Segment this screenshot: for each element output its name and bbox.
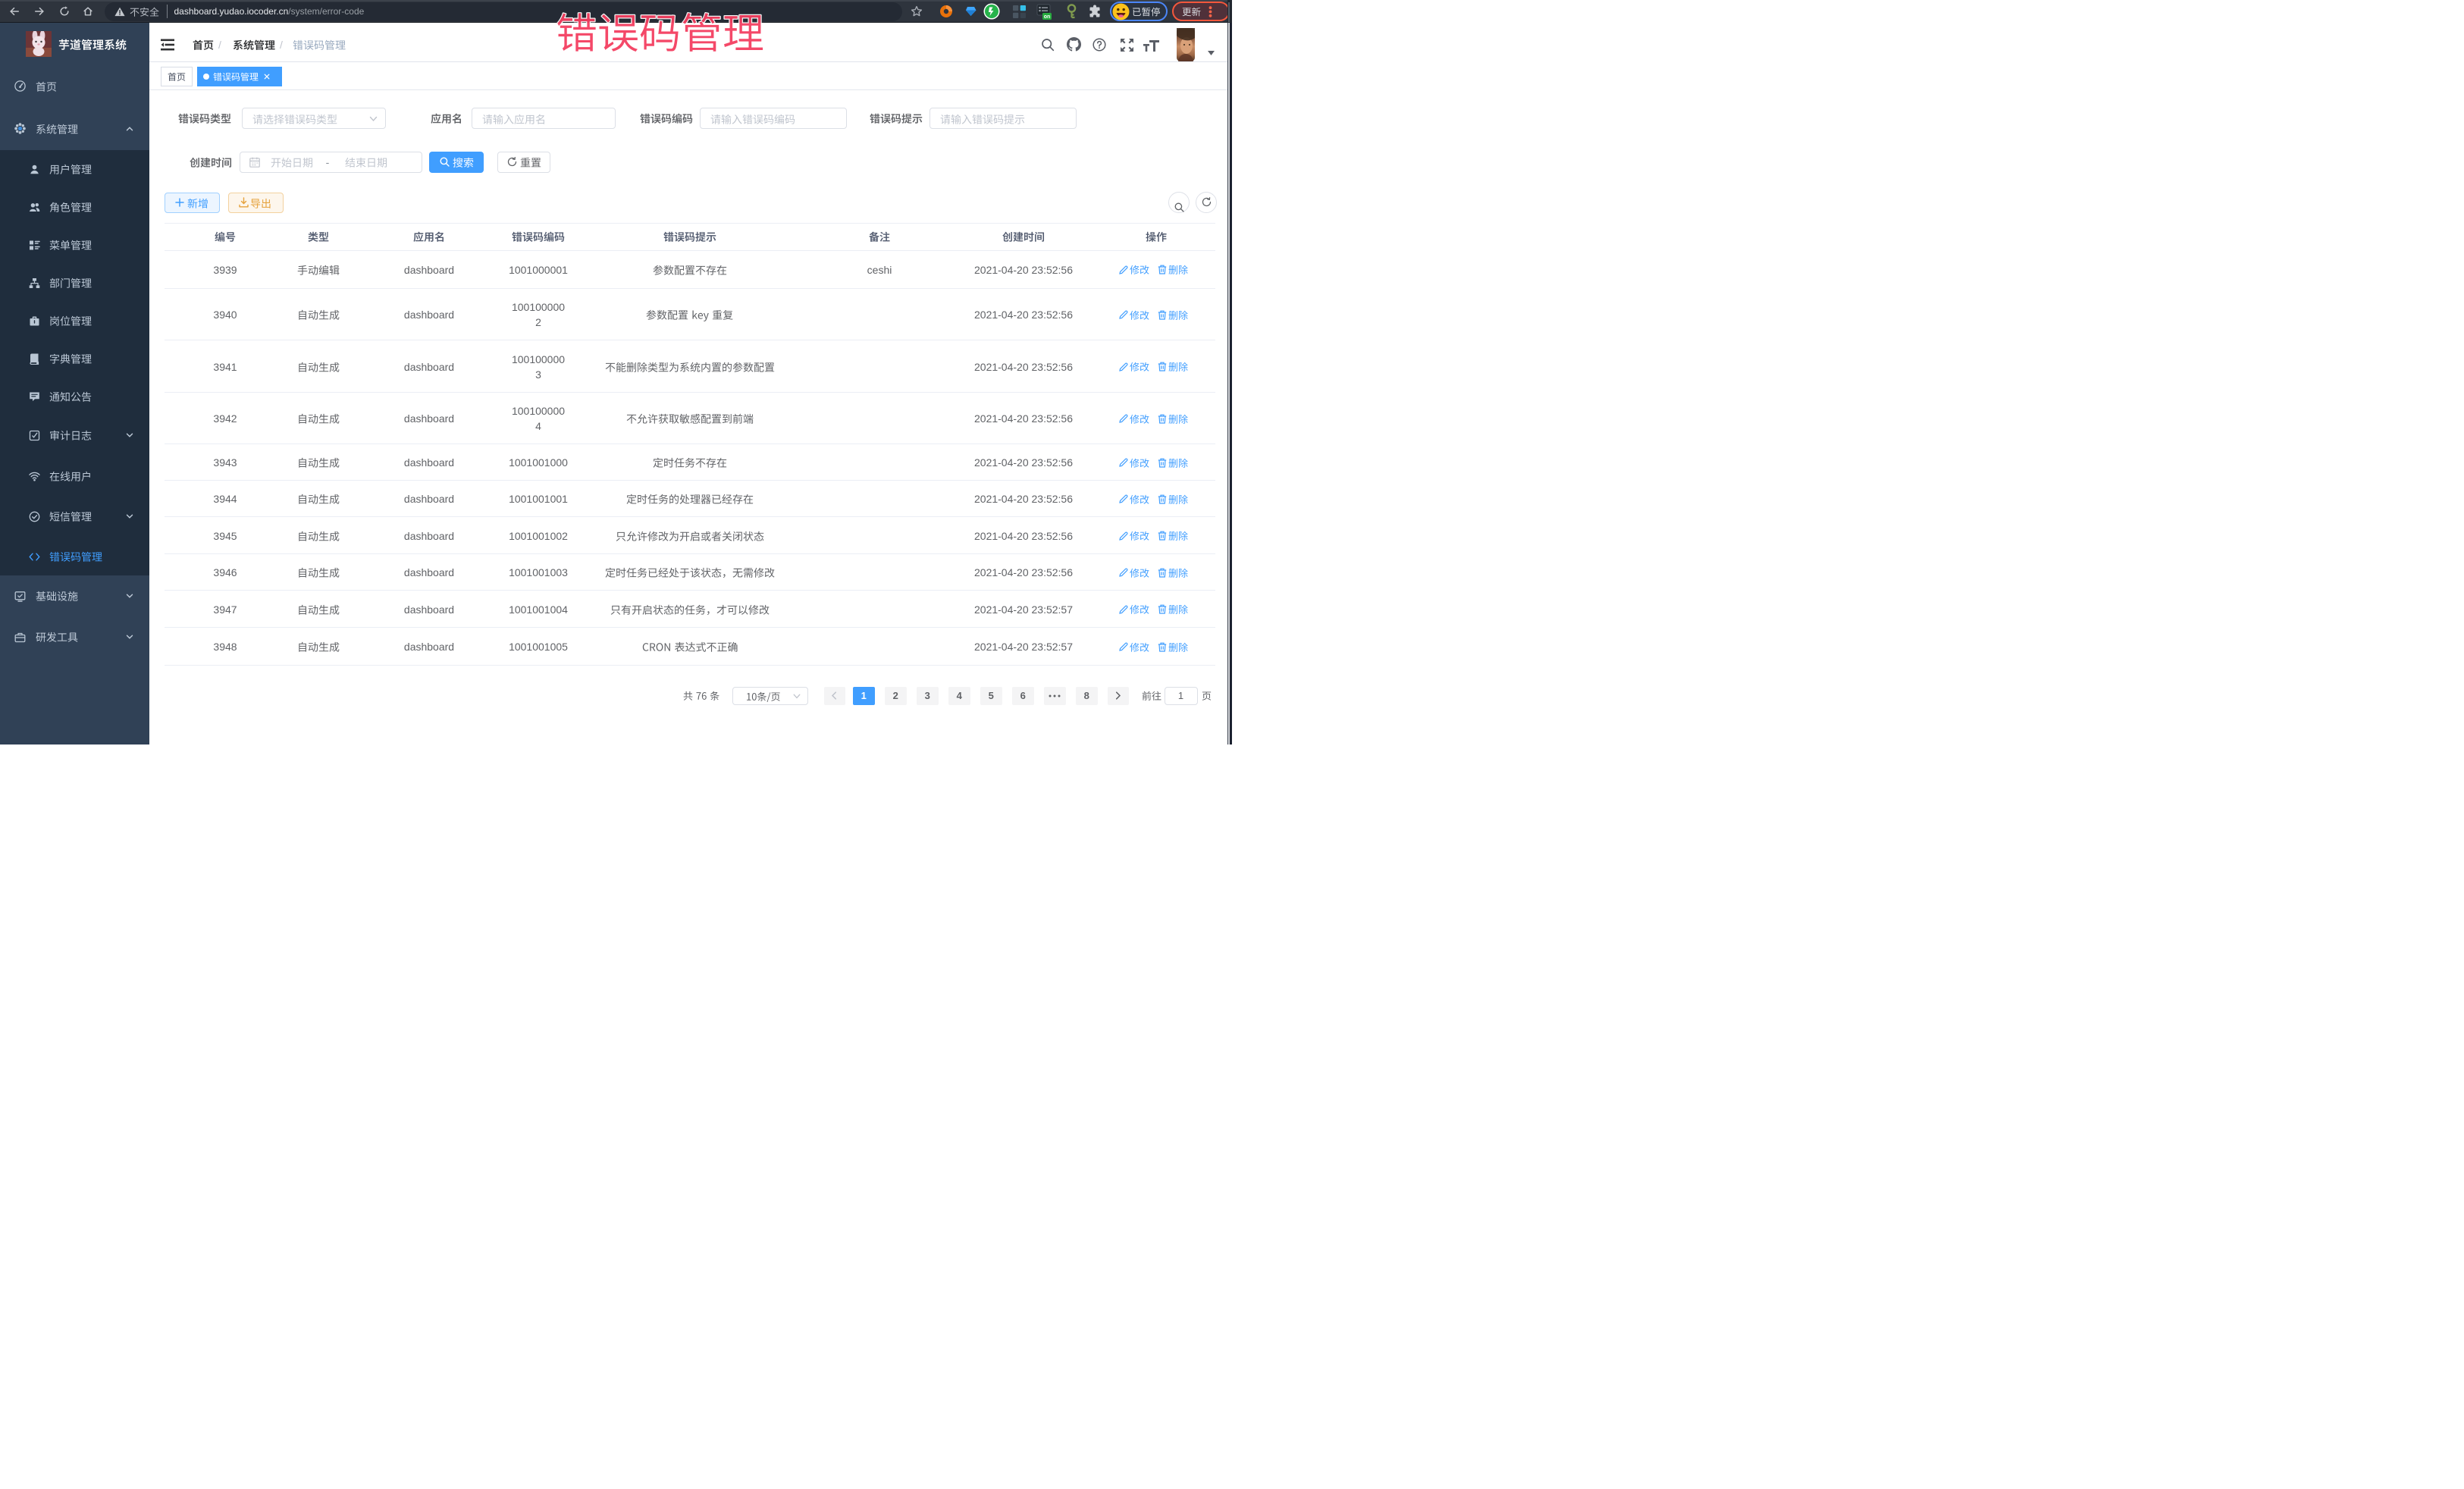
- svg-text:on: on: [1044, 14, 1051, 20]
